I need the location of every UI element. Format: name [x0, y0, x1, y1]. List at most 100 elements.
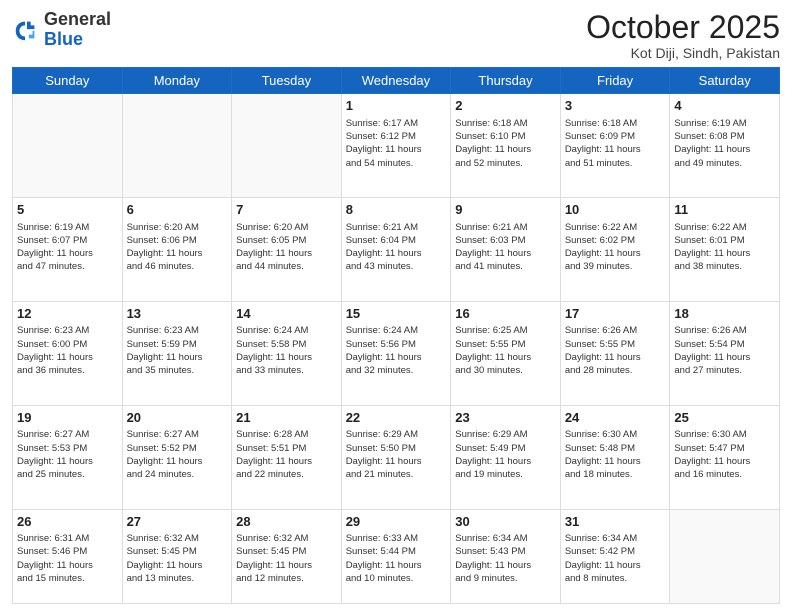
logo-blue-text: Blue — [44, 29, 83, 49]
calendar-cell: 17Sunrise: 6:26 AM Sunset: 5:55 PM Dayli… — [560, 301, 670, 405]
logo-icon — [12, 16, 40, 44]
day-number: 20 — [127, 409, 228, 427]
day-number: 27 — [127, 513, 228, 531]
header: General Blue October 2025 Kot Diji, Sind… — [12, 10, 780, 61]
day-number: 2 — [455, 97, 556, 115]
day-number: 9 — [455, 201, 556, 219]
day-header-tuesday: Tuesday — [232, 68, 342, 94]
day-number: 24 — [565, 409, 666, 427]
day-number: 29 — [346, 513, 447, 531]
day-header-monday: Monday — [122, 68, 232, 94]
calendar-cell — [122, 94, 232, 198]
day-info: Sunrise: 6:24 AM Sunset: 5:56 PM Dayligh… — [346, 324, 447, 377]
logo-text: General Blue — [44, 10, 111, 50]
day-number: 1 — [346, 97, 447, 115]
day-info: Sunrise: 6:20 AM Sunset: 6:06 PM Dayligh… — [127, 221, 228, 274]
location: Kot Diji, Sindh, Pakistan — [586, 45, 780, 61]
calendar-cell: 18Sunrise: 6:26 AM Sunset: 5:54 PM Dayli… — [670, 301, 780, 405]
day-info: Sunrise: 6:32 AM Sunset: 5:45 PM Dayligh… — [127, 532, 228, 585]
day-info: Sunrise: 6:21 AM Sunset: 6:04 PM Dayligh… — [346, 221, 447, 274]
calendar-cell: 3Sunrise: 6:18 AM Sunset: 6:09 PM Daylig… — [560, 94, 670, 198]
day-number: 11 — [674, 201, 775, 219]
day-number: 26 — [17, 513, 118, 531]
day-info: Sunrise: 6:30 AM Sunset: 5:48 PM Dayligh… — [565, 428, 666, 481]
day-header-wednesday: Wednesday — [341, 68, 451, 94]
day-info: Sunrise: 6:23 AM Sunset: 6:00 PM Dayligh… — [17, 324, 118, 377]
calendar-cell: 5 Sunrise: 6:19 AM Sunset: 6:07 PM Daylig… — [13, 198, 123, 302]
day-header-friday: Friday — [560, 68, 670, 94]
month-title: October 2025 — [586, 10, 780, 45]
day-info: Sunrise: 6:26 AM Sunset: 5:54 PM Dayligh… — [674, 324, 775, 377]
calendar-cell: 27Sunrise: 6:32 AM Sunset: 5:45 PM Dayli… — [122, 509, 232, 603]
week-row-2: 5 Sunrise: 6:19 AM Sunset: 6:07 PM Daylig… — [13, 198, 780, 302]
day-info: Sunrise: 6:22 AM Sunset: 6:02 PM Dayligh… — [565, 221, 666, 274]
day-number: 28 — [236, 513, 337, 531]
day-number: 10 — [565, 201, 666, 219]
page-container: General Blue October 2025 Kot Diji, Sind… — [0, 0, 792, 612]
calendar-cell: 12Sunrise: 6:23 AM Sunset: 6:00 PM Dayli… — [13, 301, 123, 405]
calendar-cell: 8 Sunrise: 6:21 AM Sunset: 6:04 PM Daylig… — [341, 198, 451, 302]
calendar-cell: 10 Sunrise: 6:22 AM Sunset: 6:02 PM Dayli… — [560, 198, 670, 302]
day-number: 25 — [674, 409, 775, 427]
day-info: Sunrise: 6:22 AM Sunset: 6:01 PM Dayligh… — [674, 221, 775, 274]
day-number: 4 — [674, 97, 775, 115]
day-number: 6 — [127, 201, 228, 219]
day-number: 8 — [346, 201, 447, 219]
day-info: Sunrise: 6:30 AM Sunset: 5:47 PM Dayligh… — [674, 428, 775, 481]
calendar-cell: 2 Sunrise: 6:18 AM Sunset: 6:10 PM Daylig… — [451, 94, 561, 198]
calendar-cell: 25Sunrise: 6:30 AM Sunset: 5:47 PM Dayli… — [670, 405, 780, 509]
day-info: Sunrise: 6:34 AM Sunset: 5:43 PM Dayligh… — [455, 532, 556, 585]
day-number: 13 — [127, 305, 228, 323]
day-number: 18 — [674, 305, 775, 323]
calendar-cell: 9Sunrise: 6:21 AM Sunset: 6:03 PM Daylig… — [451, 198, 561, 302]
calendar-cell: 7 Sunrise: 6:20 AM Sunset: 6:05 PM Daylig… — [232, 198, 342, 302]
day-number: 19 — [17, 409, 118, 427]
calendar-cell: 24Sunrise: 6:30 AM Sunset: 5:48 PM Dayli… — [560, 405, 670, 509]
calendar-header-row: SundayMondayTuesdayWednesdayThursdayFrid… — [13, 68, 780, 94]
calendar-cell: 21Sunrise: 6:28 AM Sunset: 5:51 PM Dayli… — [232, 405, 342, 509]
day-number: 31 — [565, 513, 666, 531]
day-number: 17 — [565, 305, 666, 323]
day-info: Sunrise: 6:24 AM Sunset: 5:58 PM Dayligh… — [236, 324, 337, 377]
day-info: Sunrise: 6:31 AM Sunset: 5:46 PM Dayligh… — [17, 532, 118, 585]
calendar-cell: 11 Sunrise: 6:22 AM Sunset: 6:01 PM Dayli… — [670, 198, 780, 302]
day-number: 14 — [236, 305, 337, 323]
day-number: 7 — [236, 201, 337, 219]
calendar-cell: 28Sunrise: 6:32 AM Sunset: 5:45 PM Dayli… — [232, 509, 342, 603]
day-info: Sunrise: 6:29 AM Sunset: 5:50 PM Dayligh… — [346, 428, 447, 481]
week-row-1: 1 Sunrise: 6:17 AM Sunset: 6:12 PM Daylig… — [13, 94, 780, 198]
calendar-cell: 30Sunrise: 6:34 AM Sunset: 5:43 PM Dayli… — [451, 509, 561, 603]
week-row-5: 26Sunrise: 6:31 AM Sunset: 5:46 PM Dayli… — [13, 509, 780, 603]
day-header-sunday: Sunday — [13, 68, 123, 94]
day-number: 12 — [17, 305, 118, 323]
day-info: Sunrise: 6:34 AM Sunset: 5:42 PM Dayligh… — [565, 532, 666, 585]
calendar-cell: 4 Sunrise: 6:19 AM Sunset: 6:08 PM Daylig… — [670, 94, 780, 198]
calendar-cell — [232, 94, 342, 198]
day-info: Sunrise: 6:20 AM Sunset: 6:05 PM Dayligh… — [236, 221, 337, 274]
calendar-table: SundayMondayTuesdayWednesdayThursdayFrid… — [12, 67, 780, 604]
calendar-cell: 23Sunrise: 6:29 AM Sunset: 5:49 PM Dayli… — [451, 405, 561, 509]
calendar-cell: 13Sunrise: 6:23 AM Sunset: 5:59 PM Dayli… — [122, 301, 232, 405]
calendar-cell: 20Sunrise: 6:27 AM Sunset: 5:52 PM Dayli… — [122, 405, 232, 509]
day-number: 16 — [455, 305, 556, 323]
day-number: 22 — [346, 409, 447, 427]
day-info: Sunrise: 6:19 AM Sunset: 6:07 PM Dayligh… — [17, 221, 118, 274]
calendar-cell: 29Sunrise: 6:33 AM Sunset: 5:44 PM Dayli… — [341, 509, 451, 603]
day-info: Sunrise: 6:23 AM Sunset: 5:59 PM Dayligh… — [127, 324, 228, 377]
title-block: October 2025 Kot Diji, Sindh, Pakistan — [586, 10, 780, 61]
calendar-cell: 26Sunrise: 6:31 AM Sunset: 5:46 PM Dayli… — [13, 509, 123, 603]
day-number: 30 — [455, 513, 556, 531]
calendar-cell: 19Sunrise: 6:27 AM Sunset: 5:53 PM Dayli… — [13, 405, 123, 509]
day-info: Sunrise: 6:32 AM Sunset: 5:45 PM Dayligh… — [236, 532, 337, 585]
calendar-cell: 6 Sunrise: 6:20 AM Sunset: 6:06 PM Daylig… — [122, 198, 232, 302]
day-info: Sunrise: 6:18 AM Sunset: 6:10 PM Dayligh… — [455, 117, 556, 170]
day-number: 5 — [17, 201, 118, 219]
calendar-cell — [13, 94, 123, 198]
calendar-cell: 16Sunrise: 6:25 AM Sunset: 5:55 PM Dayli… — [451, 301, 561, 405]
day-info: Sunrise: 6:29 AM Sunset: 5:49 PM Dayligh… — [455, 428, 556, 481]
day-info: Sunrise: 6:17 AM Sunset: 6:12 PM Dayligh… — [346, 117, 447, 170]
day-info: Sunrise: 6:28 AM Sunset: 5:51 PM Dayligh… — [236, 428, 337, 481]
week-row-4: 19Sunrise: 6:27 AM Sunset: 5:53 PM Dayli… — [13, 405, 780, 509]
day-info: Sunrise: 6:19 AM Sunset: 6:08 PM Dayligh… — [674, 117, 775, 170]
day-info: Sunrise: 6:27 AM Sunset: 5:53 PM Dayligh… — [17, 428, 118, 481]
